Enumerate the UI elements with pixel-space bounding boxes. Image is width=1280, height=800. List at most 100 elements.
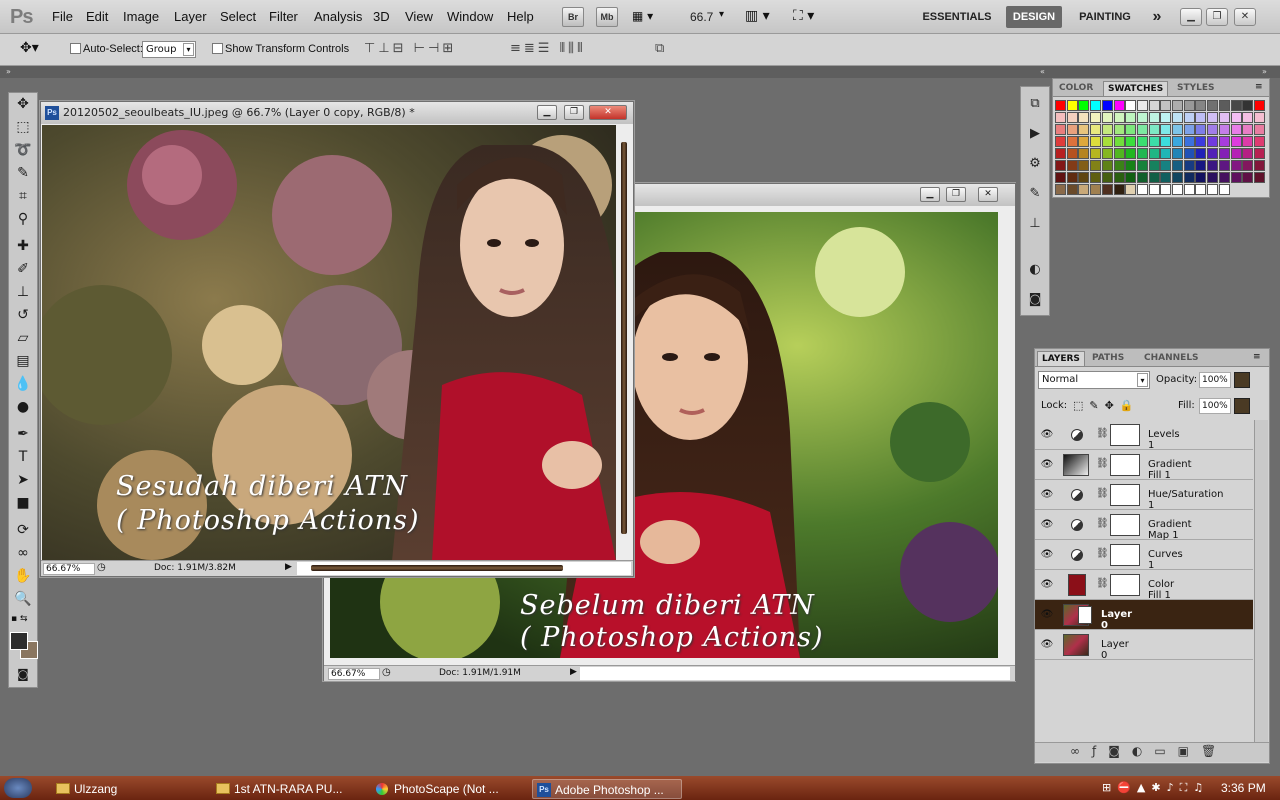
- swatch-grid[interactable]: [1055, 100, 1267, 196]
- visibility-eye-icon[interactable]: 👁: [1040, 609, 1054, 621]
- color-swatch[interactable]: [1066, 184, 1078, 195]
- color-swatch[interactable]: [1136, 100, 1148, 111]
- color-swatch[interactable]: [1207, 100, 1219, 111]
- color-swatch[interactable]: [1160, 124, 1172, 135]
- minibridge-button[interactable]: Mb: [596, 7, 618, 27]
- color-swatch[interactable]: [1160, 184, 1172, 195]
- color-swatch[interactable]: [1172, 172, 1183, 183]
- adjustment-layer-icon[interactable]: [1071, 519, 1083, 531]
- tab-channels[interactable]: CHANNELS: [1140, 351, 1203, 366]
- color-swatch[interactable]: [1078, 136, 1090, 147]
- menu-select[interactable]: Select: [220, 9, 256, 24]
- color-swatch[interactable]: [1113, 148, 1125, 159]
- color-swatch[interactable]: [1113, 124, 1125, 135]
- color-swatch[interactable]: [1148, 100, 1160, 111]
- color-swatch[interactable]: [1218, 124, 1230, 135]
- color-swatch[interactable]: [1253, 148, 1265, 159]
- app-close-button[interactable]: ✕: [1234, 8, 1256, 26]
- layer-mask-thumbnail[interactable]: [1110, 574, 1140, 596]
- link-chain-icon[interactable]: ⛓: [1096, 488, 1109, 499]
- color-swatch[interactable]: [1183, 136, 1195, 147]
- dock-collapse-icon[interactable]: «: [1040, 67, 1045, 76]
- color-swatch[interactable]: [1101, 124, 1113, 135]
- color-swatch[interactable]: [1136, 184, 1148, 195]
- collapse-toolbar-icon[interactable]: »: [6, 67, 11, 76]
- color-swatch[interactable]: [1078, 100, 1090, 111]
- move-tool-preset-icon[interactable]: ✥▾: [20, 40, 39, 56]
- color-swatch[interactable]: [1136, 148, 1148, 159]
- color-swatch[interactable]: [1207, 160, 1219, 171]
- color-swatch[interactable]: [1183, 112, 1195, 123]
- color-swatch[interactable]: [1090, 112, 1102, 123]
- color-swatch[interactable]: [1195, 172, 1207, 183]
- color-swatch[interactable]: [1125, 172, 1137, 183]
- color-swatch[interactable]: [1242, 100, 1254, 111]
- app-restore-button[interactable]: ❐: [1206, 8, 1228, 26]
- color-swatch[interactable]: [1195, 160, 1207, 171]
- color-swatch[interactable]: [1195, 184, 1207, 195]
- color-swatch[interactable]: [1242, 112, 1254, 123]
- color-swatch[interactable]: [1253, 100, 1265, 111]
- color-swatch[interactable]: [1172, 148, 1183, 159]
- layers-footer-buttons[interactable]: ∞ƒ◙◐▭▣🗑: [1070, 744, 1228, 758]
- quick-selection-tool-icon[interactable]: ✎: [13, 163, 33, 183]
- visibility-eye-icon[interactable]: 👁: [1040, 549, 1054, 561]
- color-swatch[interactable]: [1125, 184, 1137, 195]
- color-swatch[interactable]: [1218, 100, 1230, 111]
- show-transform-controls-checkbox[interactable]: [212, 43, 223, 54]
- color-swatch[interactable]: [1218, 172, 1230, 183]
- color-swatch[interactable]: [1136, 136, 1148, 147]
- hand-tool-icon[interactable]: ✋: [13, 566, 33, 586]
- zoom-tool-icon[interactable]: 🔍: [13, 589, 33, 609]
- 3d-rotate-tool-icon[interactable]: ⟳: [13, 520, 33, 540]
- color-swatch[interactable]: [1113, 112, 1125, 123]
- color-swatch[interactable]: [1160, 160, 1172, 171]
- auto-align-icon[interactable]: ⧉: [655, 41, 664, 56]
- color-swatch[interactable]: [1160, 172, 1172, 183]
- doc2-status-icon[interactable]: ◷: [382, 667, 391, 678]
- doc1-status-menu-icon[interactable]: ▶: [285, 562, 292, 572]
- visibility-eye-icon[interactable]: 👁: [1040, 579, 1054, 591]
- color-swatch[interactable]: [1090, 160, 1102, 171]
- color-swatch[interactable]: [1090, 148, 1102, 159]
- color-swatch[interactable]: [1218, 112, 1230, 123]
- color-swatch[interactable]: [1055, 148, 1066, 159]
- color-swatch[interactable]: [1253, 160, 1265, 171]
- distribute-buttons-group[interactable]: ≡≣☰ ⫴⫼⦀: [510, 41, 640, 57]
- zoom-level[interactable]: 66.7: [690, 10, 713, 24]
- color-swatch[interactable]: [1125, 100, 1137, 111]
- layer-thumbnail[interactable]: [1063, 634, 1089, 656]
- path-selection-tool-icon[interactable]: ➤: [13, 470, 33, 490]
- adjustments-panel-icon[interactable]: ◐: [1025, 260, 1045, 280]
- color-swatch[interactable]: [1242, 148, 1254, 159]
- taskbar-clock[interactable]: 3:36 PM: [1221, 781, 1266, 795]
- auto-select-checkbox[interactable]: [70, 43, 81, 54]
- color-swatch[interactable]: [1160, 148, 1172, 159]
- color-swatch[interactable]: [1172, 112, 1183, 123]
- clone-stamp-tool-icon[interactable]: ⊥: [13, 282, 33, 302]
- color-swatch[interactable]: [1055, 136, 1066, 147]
- color-swatch[interactable]: [1055, 112, 1066, 123]
- color-swatch[interactable]: [1125, 124, 1137, 135]
- blend-mode-dropdown[interactable]: Normal ▾: [1038, 371, 1150, 389]
- type-tool-icon[interactable]: T: [13, 447, 33, 467]
- 3d-orbit-tool-icon[interactable]: ∞: [13, 543, 33, 563]
- adjustment-layer-icon[interactable]: [1071, 489, 1083, 501]
- healing-brush-tool-icon[interactable]: ✚: [13, 236, 33, 256]
- doc1-status-icon[interactable]: ◷: [97, 562, 106, 573]
- swatches-panel-menu-icon[interactable]: ≡: [1255, 82, 1263, 92]
- color-fill-thumbnail[interactable]: [1068, 574, 1086, 596]
- tab-color[interactable]: COLOR: [1055, 81, 1097, 96]
- link-chain-icon[interactable]: ⛓: [1096, 518, 1109, 529]
- doc1-horizontal-scrollbar[interactable]: [311, 565, 563, 571]
- workspace-essentials[interactable]: ESSENTIALS: [918, 6, 996, 28]
- color-swatch[interactable]: [1253, 136, 1265, 147]
- start-button[interactable]: [4, 778, 32, 798]
- link-chain-icon[interactable]: ⛓: [1096, 578, 1109, 589]
- color-swatch[interactable]: [1172, 136, 1183, 147]
- color-swatch[interactable]: [1113, 136, 1125, 147]
- doc2-restore-button[interactable]: ❐: [946, 187, 966, 202]
- color-swatch[interactable]: [1078, 112, 1090, 123]
- link-chain-icon[interactable]: ⛓: [1096, 548, 1109, 559]
- menu-view[interactable]: View: [405, 9, 433, 24]
